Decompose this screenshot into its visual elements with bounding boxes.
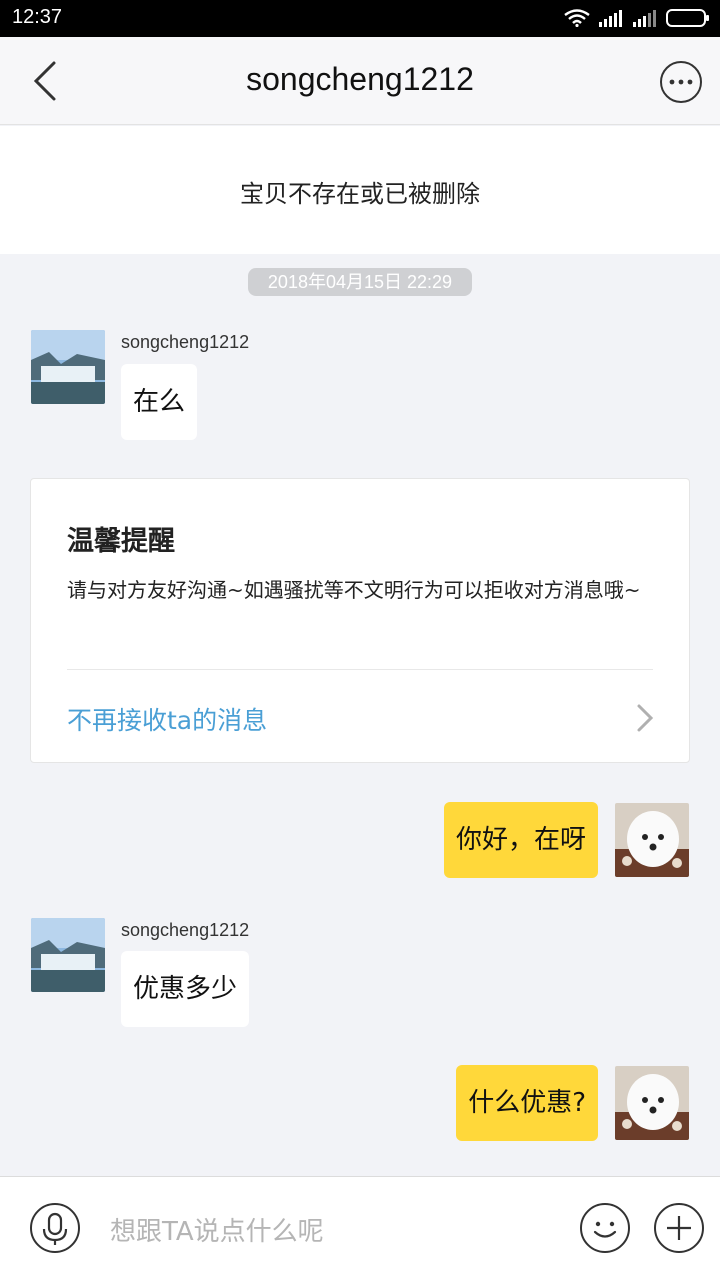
message-bubble-outgoing[interactable]: 你好，在呀 (443, 802, 598, 878)
more-actions-button[interactable] (654, 1203, 704, 1253)
wifi-icon (564, 9, 590, 27)
signal-icon (633, 10, 656, 27)
emoji-icon (593, 1221, 617, 1238)
signal-icon (599, 10, 622, 27)
voice-button[interactable] (30, 1203, 80, 1253)
message-bubble-incoming[interactable]: 在么 (121, 364, 198, 440)
message-bubble-incoming[interactable]: 优惠多少 (121, 951, 250, 1027)
more-button[interactable] (660, 61, 702, 103)
page-title: songcheng1212 (246, 61, 474, 97)
more-icon (669, 79, 693, 85)
message-bubble-outgoing[interactable]: 什么优惠? (456, 1065, 598, 1141)
contact-avatar[interactable] (31, 918, 105, 992)
notice-card: 温馨提醒 请与对方友好沟通~如遇骚扰等不文明行为可以拒收对方消息哦~ 不再接收t… (30, 478, 690, 763)
emoji-button[interactable] (580, 1203, 630, 1253)
plus-icon (667, 1216, 691, 1240)
microphone-icon (42, 1212, 68, 1245)
message-timestamp: 2018年04月15日 22:29 (248, 268, 472, 296)
notice-title: 温馨提醒 (67, 526, 175, 557)
item-status-text: 宝贝不存在或已被删除 (240, 180, 480, 208)
message-input[interactable]: 想跟TA说点什么呢 (110, 1211, 324, 1248)
battery-icon (666, 9, 709, 27)
status-bar: 12:37 (0, 0, 720, 37)
notice-body: 请与对方友好沟通~如遇骚扰等不文明行为可以拒收对方消息哦~ (67, 578, 641, 602)
status-icons (564, 9, 710, 27)
message-sender: songcheng1212 (121, 332, 250, 352)
my-avatar[interactable] (615, 803, 689, 877)
block-messages-link[interactable]: 不再接收ta的消息 (67, 701, 267, 737)
notice-divider (67, 669, 653, 670)
status-time: 12:37 (12, 6, 63, 28)
chevron-right-icon[interactable] (633, 703, 657, 733)
my-avatar[interactable] (615, 1066, 689, 1140)
item-banner[interactable]: 宝贝不存在或已被删除 (0, 126, 720, 254)
contact-avatar[interactable] (31, 330, 105, 404)
message-sender: songcheng1212 (121, 920, 250, 940)
input-bar: 想跟TA说点什么呢 (0, 1176, 720, 1280)
nav-bar: songcheng1212 (0, 37, 720, 125)
